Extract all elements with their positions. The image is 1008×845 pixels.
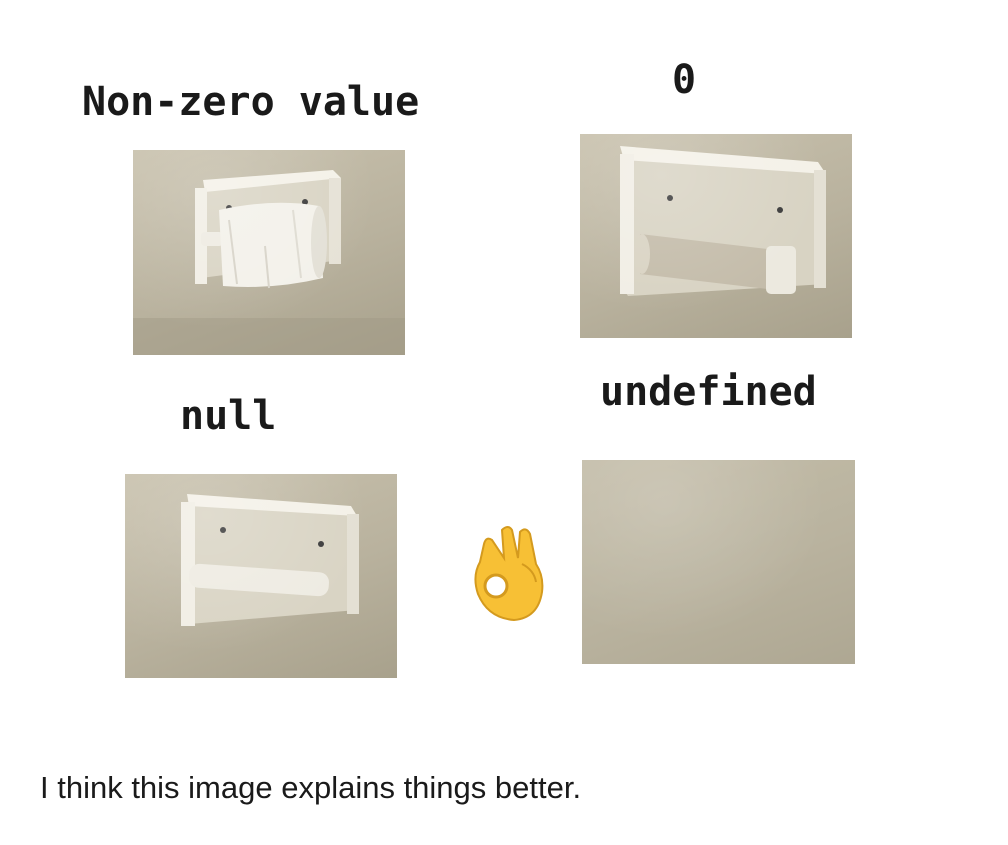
empty-holder-icon	[181, 494, 359, 626]
empty-cardboard-tube-icon	[620, 146, 826, 296]
bare-wall-icon	[582, 460, 855, 664]
meme-caption: I think this image explains things bette…	[40, 770, 582, 805]
full-toilet-paper-roll-icon	[133, 170, 405, 355]
label-non-zero-value: Non-zero value	[82, 79, 420, 125]
label-zero: 0	[672, 57, 697, 103]
label-undefined: undefined	[600, 369, 817, 415]
label-null: null	[180, 393, 277, 439]
photo-empty-holder	[125, 474, 397, 678]
photo-empty-tube	[580, 134, 852, 338]
photo-bare-wall	[582, 460, 855, 664]
photo-full-roll	[133, 150, 405, 355]
ok-hand-emoji-icon	[474, 526, 544, 622]
